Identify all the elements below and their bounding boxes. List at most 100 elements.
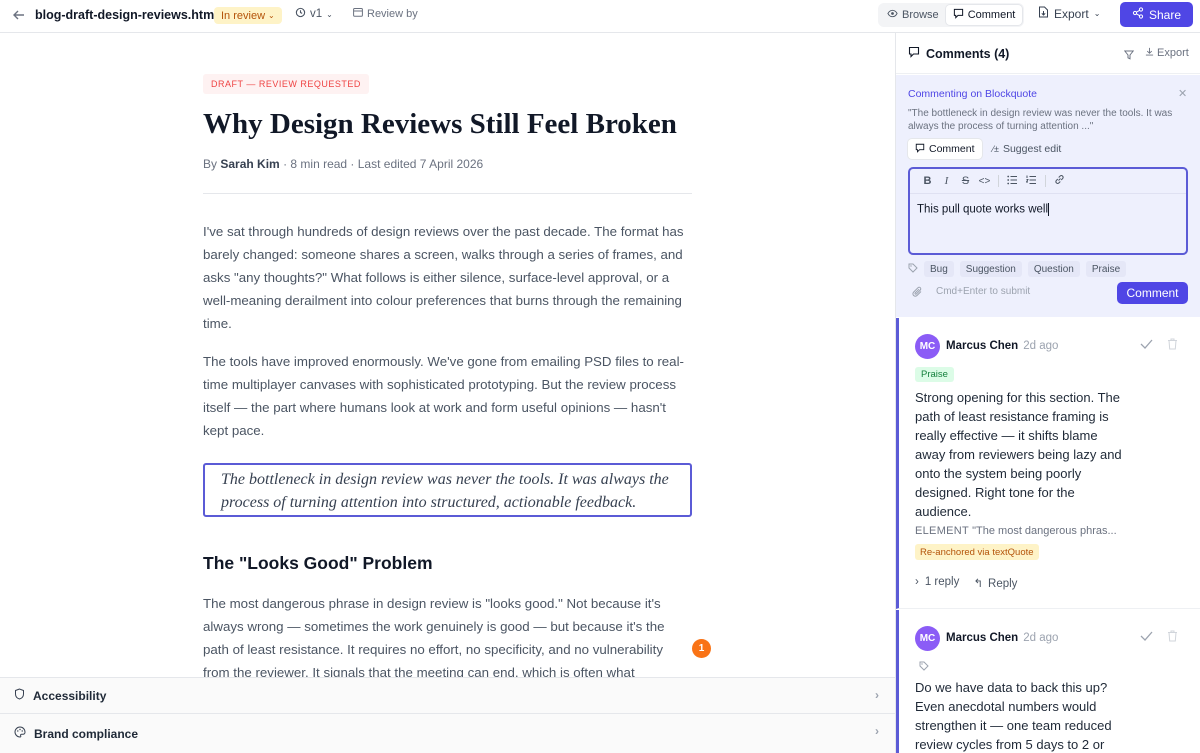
comment-icon <box>915 143 925 156</box>
suggest-edit-icon: ⁄± <box>992 144 999 154</box>
comment-label: Comment <box>967 9 1016 21</box>
comment-pin-badge[interactable]: 1 <box>692 639 711 658</box>
bold-icon[interactable]: B <box>918 175 937 187</box>
top-bar: blog-draft-design-reviews.html In review… <box>0 0 1200 33</box>
delete-trash-icon[interactable] <box>1167 338 1178 353</box>
status-dropdown[interactable]: In review ⌄ <box>214 7 282 24</box>
document-canvas: DRAFT — REVIEW REQUESTED Why Design Revi… <box>0 34 895 677</box>
chevron-right-icon: › <box>875 724 879 738</box>
element-label: ELEMENT <box>915 525 970 537</box>
tab-suggest-edit[interactable]: ⁄± Suggest edit <box>986 139 1069 159</box>
reply-row: › 1 reply ↰ Reply <box>915 576 1017 590</box>
file-export-icon <box>1038 6 1049 21</box>
toolbar-separator <box>1045 175 1046 187</box>
delete-trash-icon[interactable] <box>1167 630 1178 645</box>
tab-comment[interactable]: Comment <box>908 139 982 159</box>
comment-input-text: This pull quote works well <box>917 203 1049 216</box>
chevron-right-icon: › <box>915 576 919 588</box>
accessibility-panel[interactable]: Accessibility › <box>0 677 895 713</box>
paperclip-icon[interactable] <box>912 286 923 301</box>
divider <box>203 193 692 194</box>
code-icon[interactable]: <> <box>975 176 994 187</box>
commenting-target: Commenting on Blockquote <box>908 88 1037 100</box>
share-label: Share <box>1148 7 1182 22</box>
brand-compliance-panel[interactable]: Brand compliance › <box>0 713 895 753</box>
sidebar-export-button[interactable]: Export <box>1145 47 1189 59</box>
comment-author: Marcus Chen 2d ago <box>946 632 1058 644</box>
comment-card[interactable]: MC Marcus Chen 2d ago Do we have data to … <box>896 610 1200 753</box>
shield-icon <box>14 688 25 703</box>
article-title[interactable]: Why Design Reviews Still Feel Broken <box>203 108 677 141</box>
tag-suggestion[interactable]: Suggestion <box>959 261 1022 277</box>
chevron-down-icon: ⌄ <box>326 9 333 19</box>
toolbar-separator <box>998 175 999 187</box>
reply-arrow-icon: ↰ <box>973 578 984 590</box>
comments-sidebar: Comments (4) Export Commenting on Blockq… <box>896 33 1200 753</box>
palette-icon <box>14 726 26 741</box>
comment-tag-praise: Praise <box>915 367 954 382</box>
status-label: In review <box>221 9 266 22</box>
view-replies-button[interactable]: › 1 reply <box>915 576 959 590</box>
reply-button[interactable]: ↰ Reply <box>973 576 1017 590</box>
resolve-check-icon[interactable] <box>1140 630 1153 644</box>
avatar: MC <box>915 626 940 651</box>
byline: By Sarah Kim · 8 min read · Last edited … <box>203 157 483 171</box>
submit-row: Cmd+Enter to submit Comment <box>908 282 1188 304</box>
accessibility-label: Accessibility <box>33 688 107 703</box>
tag-icon <box>919 661 929 674</box>
comment-time: 2d ago <box>1023 340 1059 352</box>
browse-label: Browse <box>902 9 939 21</box>
brand-label: Brand compliance <box>34 726 139 741</box>
submit-comment-button[interactable]: Comment <box>1117 282 1188 304</box>
element-reference[interactable]: ELEMENT "The most dangerous phras... <box>915 525 1117 537</box>
paragraph-1[interactable]: I've sat through hundreds of design revi… <box>203 220 693 335</box>
back-arrow-icon[interactable] <box>12 8 28 24</box>
version-dropdown[interactable]: v1 ⌄ <box>295 7 333 21</box>
tag-icon <box>908 263 918 276</box>
numbered-list-icon[interactable] <box>1022 175 1041 188</box>
submit-hint: Cmd+Enter to submit <box>936 286 1031 297</box>
comment-icon <box>953 8 964 22</box>
export-button[interactable]: Export ⌄ <box>1038 6 1100 21</box>
section-heading[interactable]: The "Looks Good" Problem <box>203 553 433 574</box>
tag-bug[interactable]: Bug <box>924 261 954 277</box>
close-icon[interactable]: ✕ <box>1178 87 1187 100</box>
export-label: Export <box>1054 6 1089 21</box>
author-name: Sarah Kim <box>220 157 280 171</box>
sidebar-export-label: Export <box>1157 47 1189 59</box>
chevron-right-icon: › <box>875 688 879 702</box>
comment-body: Do we have data to back this up? Even an… <box>915 680 1112 752</box>
paragraph-2[interactable]: The tools have improved enormously. We'v… <box>203 350 693 442</box>
file-name: blog-draft-design-reviews.html <box>35 8 218 22</box>
comments-title: Comments (4) <box>908 46 1009 61</box>
review-by-button[interactable]: Review by <box>353 7 418 20</box>
tag-selector: Bug Suggestion Question Praise <box>908 261 1127 277</box>
bullet-list-icon[interactable] <box>1003 175 1022 188</box>
paragraph-3[interactable]: The most dangerous phrase in design revi… <box>203 592 693 677</box>
comment-card[interactable]: MC Marcus Chen 2d ago Praise Strong openi… <box>896 318 1200 609</box>
browse-mode-button[interactable]: Browse <box>880 5 946 25</box>
comment-time: 2d ago <box>1023 632 1059 644</box>
comment-icon <box>908 46 920 61</box>
blockquote-selected[interactable]: The bottleneck in design review was neve… <box>203 463 692 517</box>
resolve-check-icon[interactable] <box>1140 338 1153 352</box>
share-button[interactable]: Share <box>1120 2 1193 27</box>
comments-title-label: Comments (4) <box>926 46 1010 61</box>
filter-icon[interactable] <box>1123 47 1135 65</box>
comment-author: Marcus Chen 2d ago <box>946 340 1058 352</box>
tag-question[interactable]: Question <box>1027 261 1080 277</box>
review-by-label: Review by <box>367 7 418 20</box>
link-icon[interactable] <box>1050 174 1069 188</box>
comment-editor[interactable]: B I S <> This pull quote works well <box>908 167 1188 255</box>
download-icon <box>1145 47 1154 59</box>
mode-toggle: Browse Comment <box>878 3 1024 27</box>
italic-icon[interactable]: I <box>937 175 956 187</box>
comment-input[interactable]: This pull quote works well <box>910 194 1186 225</box>
strikethrough-icon[interactable]: S <box>956 175 975 187</box>
byline-prefix: By <box>203 157 218 171</box>
tag-praise[interactable]: Praise <box>1085 261 1127 277</box>
comment-mode-button[interactable]: Comment <box>945 5 1023 25</box>
history-icon <box>295 7 306 21</box>
tab-suggest-label: Suggest edit <box>1002 143 1062 155</box>
author-name: Marcus Chen <box>946 340 1019 352</box>
